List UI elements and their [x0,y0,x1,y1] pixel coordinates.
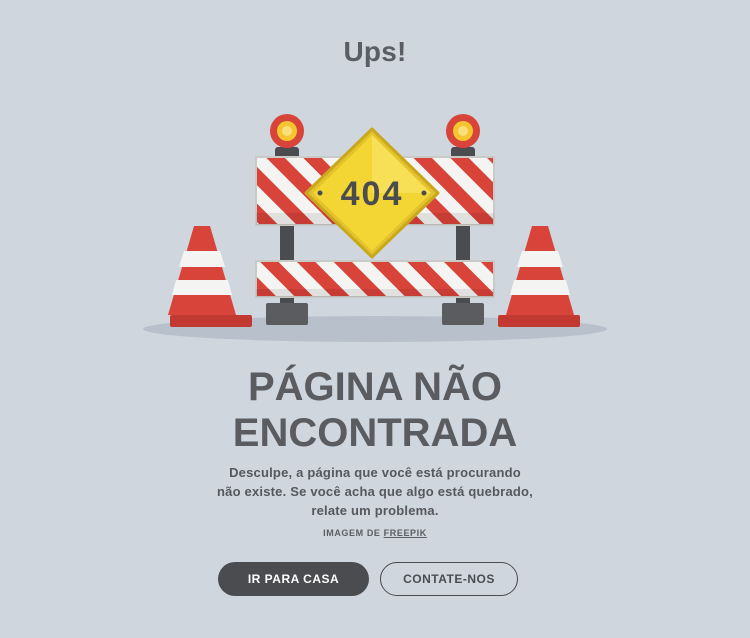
title-line-1: PÁGINA NÃO [247,365,503,409]
image-credit: IMAGEM DE FREEPIK [0,528,750,538]
page-title: PÁGINA NÃO ENCONTRADA [0,364,750,456]
description-line-1: Desculpe, a página que você está procura… [229,465,521,480]
right-traffic-cone-icon [498,226,580,327]
description-line-2: não existe. Se você acha que algo está q… [217,484,533,499]
page-heading: Ups! [343,36,407,67]
left-traffic-cone-icon [168,226,252,327]
contact-button[interactable]: CONTATE-NOS [380,562,518,596]
description-line-3: relate um problema. [311,503,439,518]
freepik-link[interactable]: FREEPIK [384,528,427,538]
title-line-2: ENCONTRADA [232,411,518,455]
right-warning-lamp-icon [446,114,480,161]
sign-404-text: 404 [341,175,404,213]
go-home-button[interactable]: IR PARA CASA [218,562,369,596]
error-sign: 404 [304,127,440,259]
go-home-label: IR PARA CASA [247,572,340,586]
barrier-bottom-board [255,260,495,298]
contact-label: CONTATE-NOS [403,572,495,586]
error-description: Desculpe, a página que você está procura… [190,463,560,520]
credit-prefix: IMAGEM DE [323,528,384,538]
left-warning-lamp-icon [270,114,304,161]
road-barrier-illustration: 404 [143,114,607,342]
